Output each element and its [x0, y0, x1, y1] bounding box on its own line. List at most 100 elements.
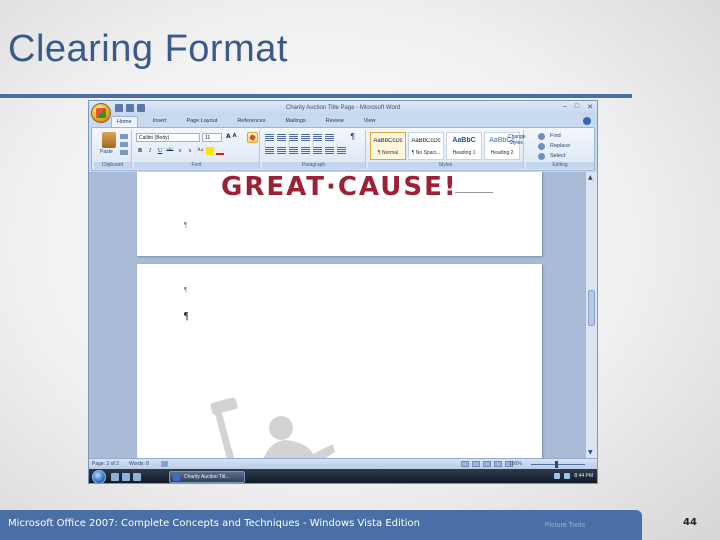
slide-number: 44	[683, 517, 697, 528]
clear-formatting-button[interactable]	[247, 132, 258, 143]
strikethrough-button[interactable]: abc	[166, 147, 174, 155]
tab-mailings[interactable]: Mailings	[280, 116, 310, 127]
word-count[interactable]: Words: 8	[129, 461, 149, 467]
document-page-2[interactable]: ¶ ¶	[137, 264, 542, 458]
replace-button[interactable]: Replace	[550, 143, 570, 149]
paragraph-mark: ¶	[184, 221, 188, 229]
show-hide-button[interactable]: ¶	[350, 132, 355, 141]
taskbar-word-task[interactable]: Charity Auction Titl...	[169, 471, 245, 483]
scroll-up-icon[interactable]: ▲	[588, 174, 593, 181]
document-page-1[interactable]: GREAT·CAUSE! ¶	[137, 172, 542, 256]
style-normal[interactable]: AaBbCcDc ¶ Normal	[370, 132, 406, 160]
paragraph-group: ¶ Paragraph	[262, 130, 366, 169]
office-button[interactable]	[91, 103, 111, 123]
font-group-label: Font	[134, 162, 259, 169]
volume-icon[interactable]	[564, 473, 571, 479]
font-group: Calibri (Body) 11 A A B I U abc x x Aa F…	[134, 130, 260, 169]
font-size-field[interactable]: 11	[202, 133, 222, 142]
style-heading-1[interactable]: AaBbC Heading 1	[446, 132, 482, 160]
maximize-icon[interactable]: □	[575, 103, 579, 111]
help-icon[interactable]	[583, 117, 591, 125]
minimize-icon[interactable]: –	[563, 103, 567, 111]
underline-button[interactable]: U	[156, 147, 164, 155]
borders-icon[interactable]	[337, 147, 346, 154]
outline-icon[interactable]	[494, 461, 502, 467]
show-desktop-icon[interactable]	[111, 473, 119, 481]
style-no-spacing[interactable]: AaBbCcDc ¶ No Spaci...	[408, 132, 444, 160]
clock[interactable]: 8:44 PM	[574, 473, 593, 479]
align-right-icon[interactable]	[289, 147, 298, 154]
tab-page-layout[interactable]: Page Layout	[181, 116, 222, 127]
line-spacing-icon[interactable]	[313, 147, 322, 154]
increase-indent-icon[interactable]	[313, 134, 322, 141]
change-case-button[interactable]: Aa	[196, 147, 204, 155]
center-icon[interactable]	[277, 147, 286, 154]
footer-text: Microsoft Office 2007: Complete Concepts…	[8, 518, 420, 529]
format-painter-icon[interactable]	[120, 150, 128, 155]
copy-icon[interactable]	[120, 142, 128, 147]
scroll-down-icon[interactable]: ▼	[588, 449, 593, 456]
tab-insert[interactable]: Insert	[148, 116, 172, 127]
sort-icon[interactable]	[325, 134, 334, 141]
browser-icon[interactable]	[133, 473, 141, 481]
grow-font-button[interactable]: A	[226, 133, 231, 140]
print-layout-icon[interactable]	[461, 461, 469, 467]
paragraph-mark: ¶	[184, 286, 188, 294]
font-format-buttons: B I U abc x x Aa	[136, 147, 224, 155]
close-icon[interactable]: ✕	[587, 103, 593, 111]
find-button[interactable]: Find	[550, 133, 561, 139]
highlight-icon[interactable]	[206, 147, 214, 155]
document-heading: GREAT·CAUSE!	[221, 172, 458, 202]
font-name-field[interactable]: Calibri (Body)	[136, 133, 200, 142]
quick-launch	[111, 473, 141, 481]
bullets-icon[interactable]	[265, 134, 274, 141]
style-sample: AaBbCcDc	[373, 138, 403, 144]
style-name: Heading 1	[452, 150, 476, 156]
numbering-icon[interactable]	[277, 134, 286, 141]
shrink-font-button[interactable]: A	[233, 133, 237, 140]
style-name: Heading 2	[490, 150, 514, 156]
zoom-slider[interactable]	[531, 464, 585, 465]
multilevel-list-icon[interactable]	[289, 134, 298, 141]
start-button[interactable]	[92, 470, 106, 483]
page-count[interactable]: Page: 2 of 2	[92, 461, 119, 467]
justify-icon[interactable]	[301, 147, 310, 154]
tab-view[interactable]: View	[359, 116, 381, 127]
zoom-slider-thumb[interactable]	[555, 461, 558, 468]
clipboard-group-label: Clipboard	[94, 162, 131, 169]
superscript-button[interactable]: x	[186, 147, 194, 155]
align-left-icon[interactable]	[265, 147, 274, 154]
web-layout-icon[interactable]	[483, 461, 491, 467]
change-styles-button[interactable]: Change Styles	[508, 134, 526, 146]
heading-underline	[455, 192, 493, 193]
full-screen-reading-icon[interactable]	[472, 461, 480, 467]
paste-label: Paste	[100, 149, 113, 155]
vertical-scrollbar[interactable]: ▲ ▼	[585, 172, 597, 458]
zoom-level[interactable]: 100%	[509, 461, 522, 467]
network-icon[interactable]	[554, 473, 561, 479]
cut-icon[interactable]	[120, 134, 128, 139]
paste-icon[interactable]	[102, 132, 116, 148]
tab-home[interactable]: Home	[111, 116, 138, 127]
decrease-indent-icon[interactable]	[301, 134, 310, 141]
proofing-icon[interactable]	[161, 461, 168, 467]
insertion-point-paragraph-mark: ¶	[184, 311, 189, 322]
font-color-icon[interactable]	[216, 147, 224, 155]
select-button[interactable]: Select	[550, 153, 565, 159]
italic-button[interactable]: I	[146, 147, 154, 155]
tab-review[interactable]: Review	[321, 116, 349, 127]
bold-button[interactable]: B	[136, 147, 144, 155]
document-area[interactable]: GREAT·CAUSE! ¶ ¶ ¶	[89, 172, 585, 458]
style-sample: AaBbC	[452, 137, 476, 144]
shading-icon[interactable]	[325, 147, 334, 154]
scrollbar-thumb[interactable]	[588, 290, 595, 326]
select-icon	[538, 153, 545, 160]
editing-group-label: Editing	[526, 162, 594, 169]
tab-references[interactable]: References	[232, 116, 270, 127]
hammer-watermark-icon	[210, 397, 238, 458]
status-bar: Page: 2 of 2 Words: 8 100%	[89, 458, 597, 469]
system-tray: 8:44 PM	[554, 473, 593, 479]
switch-windows-icon[interactable]	[122, 473, 130, 481]
subscript-button[interactable]: x	[176, 147, 184, 155]
office-logo-icon	[96, 108, 106, 118]
